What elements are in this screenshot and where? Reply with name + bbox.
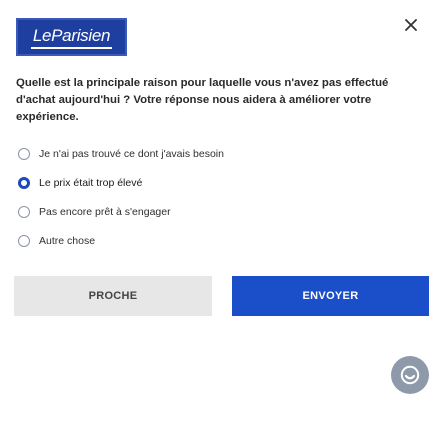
radio-button[interactable]: [18, 206, 30, 218]
option-label: Je n'ai pas trouvé ce dont j'avais besoi…: [39, 148, 224, 160]
proche-button[interactable]: PROCHE: [14, 276, 212, 316]
close-button[interactable]: [400, 14, 422, 36]
option-label: Autre chose: [39, 235, 96, 247]
answer-options: Je n'ai pas trouvé ce dont j'avais besoi…: [18, 143, 224, 259]
option-label: Le prix était trop élevé: [39, 177, 143, 189]
option-other[interactable]: Autre chose: [18, 230, 224, 252]
logo-text: LeParisien: [30, 26, 113, 49]
survey-question: Quelle est la principale raison pour laq…: [16, 77, 389, 123]
chat-icon: [400, 365, 420, 385]
chat-button[interactable]: [391, 356, 429, 394]
option-label: Pas encore prêt à s'engager: [39, 206, 171, 218]
option-not-ready[interactable]: Pas encore prêt à s'engager: [18, 201, 224, 223]
close-icon: [405, 19, 417, 31]
option-not-found[interactable]: Je n'ai pas trouvé ce dont j'avais besoi…: [18, 143, 224, 165]
radio-button[interactable]: [18, 235, 30, 247]
option-price-too-high[interactable]: Le prix était trop élevé: [18, 172, 224, 194]
le-parisien-logo: LeParisien: [16, 18, 127, 56]
envoyer-button[interactable]: ENVOYER: [232, 276, 429, 316]
radio-button-checked[interactable]: [18, 177, 30, 189]
radio-button[interactable]: [18, 148, 30, 160]
